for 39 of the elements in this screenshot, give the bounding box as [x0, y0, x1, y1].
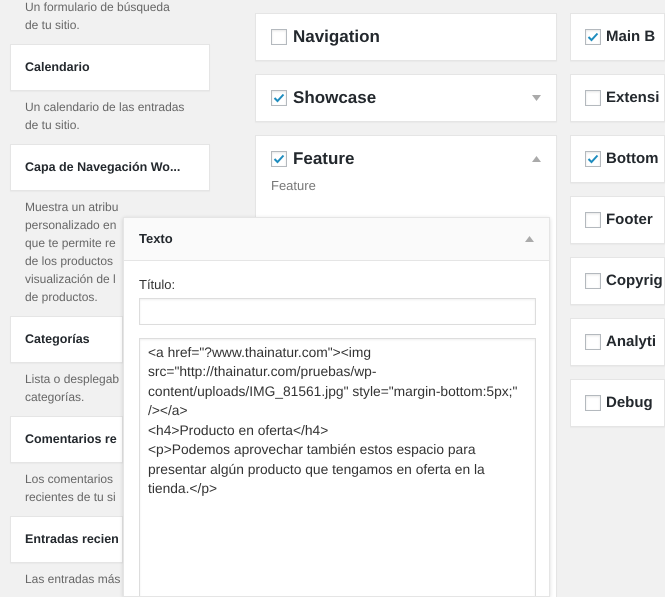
- checkbox[interactable]: [271, 29, 287, 45]
- sidebar-name: Footer: [606, 210, 653, 230]
- widget-description: Un formulario de búsqueda de tu sitio.: [24, 0, 171, 34]
- widget-card[interactable]: Calendario: [10, 44, 210, 91]
- content-textarea[interactable]: <a href="?www.thainatur.com"><img src="http://thainatur.com/pruebas/wp-content/uploads/IMG_81561.jpg" style="margin-bottom:5px;" /></a> <h4>Producto en oferta</h4> <p>Podemos aprovechar también estos espacio para presentar algún producto que tengamos en oferta en la tienda.</p>: [139, 338, 536, 596]
- widget-card[interactable]: Capa de Navegación Wo...: [10, 144, 210, 191]
- widget-description: Los comentarios recientes de tu si: [24, 471, 117, 506]
- sidebar-name: Bottom: [606, 148, 658, 169]
- checkbox[interactable]: [585, 334, 601, 350]
- checkbox[interactable]: [585, 273, 601, 289]
- checkbox[interactable]: [585, 151, 601, 167]
- widget-card[interactable]: Categorías: [10, 316, 123, 363]
- sidebar-name: Extensi: [606, 88, 660, 108]
- title-input[interactable]: [139, 298, 536, 324]
- widget-title: Texto: [139, 230, 173, 248]
- expand-arrow-icon[interactable]: [532, 95, 541, 101]
- sidebar-name: Debug: [606, 392, 653, 413]
- widget-description: Lista o desplegab categorías.: [24, 371, 120, 406]
- checkbox[interactable]: [271, 90, 287, 106]
- widget-card[interactable]: Entradas recien: [10, 516, 123, 563]
- sidebar-name: Showcase: [293, 87, 376, 110]
- checkbox[interactable]: [585, 29, 601, 45]
- sidebar-description: Feature: [271, 177, 317, 195]
- sidebar-name: Analyti: [606, 332, 656, 352]
- collapse-arrow-icon[interactable]: [525, 236, 534, 242]
- sidebar-name: Copyrig: [606, 270, 663, 291]
- widget-card[interactable]: Comentarios re: [10, 416, 123, 463]
- widget-description: Las entradas más: [24, 571, 122, 588]
- title-label: Título:: [139, 276, 176, 294]
- widget-description: Muestra un atribu personalizado en que te permite re de los productos visualización de l de productos.: [24, 199, 120, 306]
- collapse-arrow-icon[interactable]: [532, 156, 541, 162]
- checkbox[interactable]: [271, 151, 287, 167]
- sidebar-name: Navigation: [293, 26, 380, 48]
- widget-description: Un calendario de las entradas de tu sitio.: [24, 99, 186, 134]
- checkbox[interactable]: [585, 212, 601, 228]
- sidebar-name: Feature: [293, 148, 354, 170]
- checkbox[interactable]: [585, 90, 601, 106]
- sidebar-name: Main B: [606, 26, 656, 47]
- checkbox[interactable]: [585, 395, 601, 411]
